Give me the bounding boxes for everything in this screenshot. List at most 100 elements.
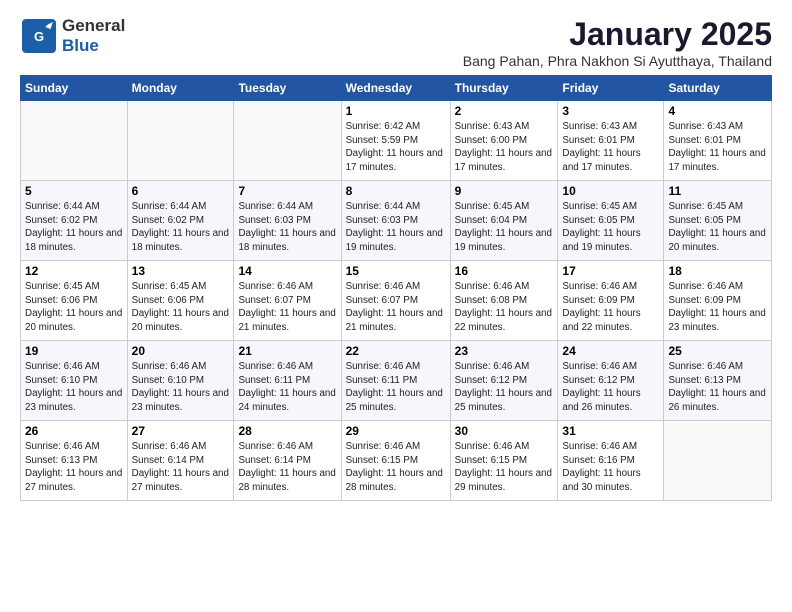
header-day-saturday: Saturday [664,76,772,101]
day-number: 24 [562,344,659,358]
calendar-cell: 25 Sunrise: 6:46 AMSunset: 6:13 PMDayligh… [664,341,772,421]
logo-blue: Blue [62,36,99,55]
calendar-cell: 18 Sunrise: 6:46 AMSunset: 6:09 PMDayligh… [664,261,772,341]
day-info: Sunrise: 6:46 AMSunset: 6:10 PMDaylight:… [25,360,123,415]
logo-icon: G [20,17,58,55]
day-info: Sunrise: 6:46 AMSunset: 6:09 PMDaylight:… [668,280,767,335]
day-info: Sunrise: 6:43 AMSunset: 6:01 PMDaylight:… [562,120,659,175]
day-info: Sunrise: 6:45 AMSunset: 6:05 PMDaylight:… [668,200,767,255]
calendar-cell: 1 Sunrise: 6:42 AMSunset: 5:59 PMDaylight… [341,101,450,181]
day-number: 25 [668,344,767,358]
calendar-header: SundayMondayTuesdayWednesdayThursdayFrid… [21,76,772,101]
calendar-cell: 20 Sunrise: 6:46 AMSunset: 6:10 PMDayligh… [127,341,234,421]
day-number: 1 [346,104,446,118]
calendar-cell: 24 Sunrise: 6:46 AMSunset: 6:12 PMDayligh… [558,341,664,421]
header-day-monday: Monday [127,76,234,101]
day-info: Sunrise: 6:46 AMSunset: 6:15 PMDaylight:… [346,440,446,495]
calendar-cell [234,101,341,181]
day-number: 16 [455,264,554,278]
calendar-table: SundayMondayTuesdayWednesdayThursdayFrid… [20,75,772,501]
calendar-cell: 30 Sunrise: 6:46 AMSunset: 6:15 PMDayligh… [450,421,558,501]
calendar-cell: 8 Sunrise: 6:44 AMSunset: 6:03 PMDaylight… [341,181,450,261]
header-row: SundayMondayTuesdayWednesdayThursdayFrid… [21,76,772,101]
header-day-tuesday: Tuesday [234,76,341,101]
calendar-cell: 7Sunrise: 6:44 AMSunset: 6:03 PMDaylight… [234,181,341,261]
calendar-cell: 16Sunrise: 6:46 AMSunset: 6:08 PMDayligh… [450,261,558,341]
day-number: 12 [25,264,123,278]
day-info: Sunrise: 6:46 AMSunset: 6:13 PMDaylight:… [668,360,767,415]
day-info: Sunrise: 6:46 AMSunset: 6:11 PMDaylight:… [238,360,336,415]
week-row-1: 5 Sunrise: 6:44 AMSunset: 6:02 PMDaylight… [21,181,772,261]
day-info: Sunrise: 6:45 AMSunset: 6:06 PMDaylight:… [132,280,230,335]
calendar-cell: 17Sunrise: 6:46 AMSunset: 6:09 PMDayligh… [558,261,664,341]
month-title: January 2025 [463,16,772,53]
day-number: 17 [562,264,659,278]
calendar-cell: 3Sunrise: 6:43 AMSunset: 6:01 PMDaylight… [558,101,664,181]
day-number: 5 [25,184,123,198]
day-number: 27 [132,424,230,438]
week-row-4: 26 Sunrise: 6:46 AMSunset: 6:13 PMDayligh… [21,421,772,501]
logo-text: General Blue [62,16,125,56]
day-info: Sunrise: 6:46 AMSunset: 6:12 PMDaylight:… [562,360,659,415]
day-info: Sunrise: 6:46 AMSunset: 6:07 PMDaylight:… [346,280,446,335]
day-info: Sunrise: 6:46 AMSunset: 6:12 PMDaylight:… [455,360,554,415]
day-info: Sunrise: 6:46 AMSunset: 6:16 PMDaylight:… [562,440,659,495]
day-info: Sunrise: 6:46 AMSunset: 6:13 PMDaylight:… [25,440,123,495]
day-info: Sunrise: 6:43 AMSunset: 6:00 PMDaylight:… [455,120,554,175]
calendar-cell: 4Sunrise: 6:43 AMSunset: 6:01 PMDaylight… [664,101,772,181]
day-info: Sunrise: 6:44 AMSunset: 6:02 PMDaylight:… [132,200,230,255]
title-area: January 2025 Bang Pahan, Phra Nakhon Si … [463,16,772,69]
day-number: 4 [668,104,767,118]
day-info: Sunrise: 6:45 AMSunset: 6:06 PMDaylight:… [25,280,123,335]
day-number: 2 [455,104,554,118]
day-number: 30 [455,424,554,438]
calendar-cell: 5 Sunrise: 6:44 AMSunset: 6:02 PMDaylight… [21,181,128,261]
day-info: Sunrise: 6:46 AMSunset: 6:10 PMDaylight:… [132,360,230,415]
calendar-cell: 6Sunrise: 6:44 AMSunset: 6:02 PMDaylight… [127,181,234,261]
day-number: 26 [25,424,123,438]
day-number: 13 [132,264,230,278]
day-info: Sunrise: 6:42 AMSunset: 5:59 PMDaylight:… [346,120,446,175]
calendar-cell: 2 Sunrise: 6:43 AMSunset: 6:00 PMDaylight… [450,101,558,181]
page-header: G General Blue January 2025 Bang Pahan, … [20,16,772,69]
day-number: 18 [668,264,767,278]
day-number: 9 [455,184,554,198]
calendar-cell: 23Sunrise: 6:46 AMSunset: 6:12 PMDayligh… [450,341,558,421]
calendar-cell: 29 Sunrise: 6:46 AMSunset: 6:15 PMDayligh… [341,421,450,501]
calendar-cell: 15 Sunrise: 6:46 AMSunset: 6:07 PMDayligh… [341,261,450,341]
header-day-wednesday: Wednesday [341,76,450,101]
calendar-cell [664,421,772,501]
day-number: 15 [346,264,446,278]
day-info: Sunrise: 6:45 AMSunset: 6:05 PMDaylight:… [562,200,659,255]
week-row-0: 1 Sunrise: 6:42 AMSunset: 5:59 PMDaylight… [21,101,772,181]
calendar-cell: 14 Sunrise: 6:46 AMSunset: 6:07 PMDayligh… [234,261,341,341]
calendar-cell: 11 Sunrise: 6:45 AMSunset: 6:05 PMDayligh… [664,181,772,261]
day-number: 8 [346,184,446,198]
day-number: 11 [668,184,767,198]
day-number: 10 [562,184,659,198]
svg-text:G: G [34,29,44,44]
logo-general: General [62,16,125,35]
calendar-cell [21,101,128,181]
day-info: Sunrise: 6:44 AMSunset: 6:02 PMDaylight:… [25,200,123,255]
day-number: 19 [25,344,123,358]
day-info: Sunrise: 6:46 AMSunset: 6:07 PMDaylight:… [238,280,336,335]
day-info: Sunrise: 6:46 AMSunset: 6:15 PMDaylight:… [455,440,554,495]
calendar-cell: 21Sunrise: 6:46 AMSunset: 6:11 PMDayligh… [234,341,341,421]
header-day-sunday: Sunday [21,76,128,101]
calendar-cell: 13 Sunrise: 6:45 AMSunset: 6:06 PMDayligh… [127,261,234,341]
calendar-cell [127,101,234,181]
calendar-cell: 12 Sunrise: 6:45 AMSunset: 6:06 PMDayligh… [21,261,128,341]
calendar-cell: 31Sunrise: 6:46 AMSunset: 6:16 PMDayligh… [558,421,664,501]
header-day-friday: Friday [558,76,664,101]
calendar-cell: 27Sunrise: 6:46 AMSunset: 6:14 PMDayligh… [127,421,234,501]
day-number: 7 [238,184,336,198]
calendar-cell: 26 Sunrise: 6:46 AMSunset: 6:13 PMDayligh… [21,421,128,501]
day-info: Sunrise: 6:44 AMSunset: 6:03 PMDaylight:… [346,200,446,255]
day-number: 14 [238,264,336,278]
day-number: 29 [346,424,446,438]
week-row-3: 19 Sunrise: 6:46 AMSunset: 6:10 PMDayligh… [21,341,772,421]
day-info: Sunrise: 6:46 AMSunset: 6:14 PMDaylight:… [238,440,336,495]
location-title: Bang Pahan, Phra Nakhon Si Ayutthaya, Th… [463,53,772,69]
day-number: 20 [132,344,230,358]
